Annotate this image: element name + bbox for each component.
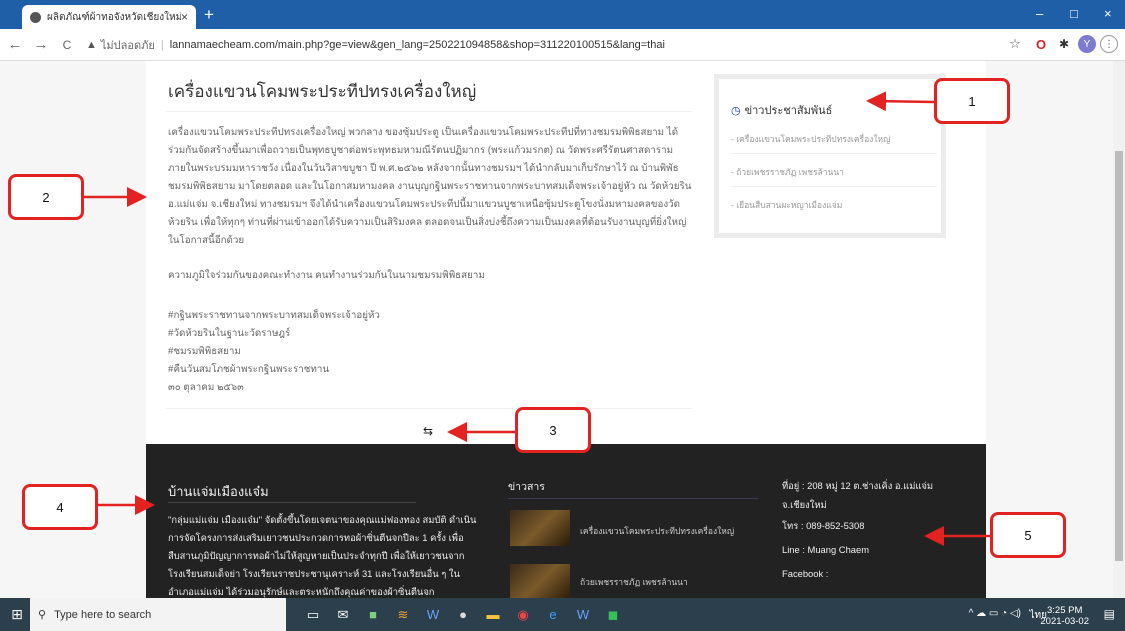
search-icon: ⚲ [38, 609, 47, 621]
edge-app-icon[interactable]: e [538, 598, 568, 631]
windows-taskbar: ⊞ ⚲ Type here to search ▭ ✉ ■ ≋ W ● ▬ ◉ … [0, 598, 1125, 631]
obs-app-icon[interactable]: ● [448, 598, 478, 631]
callout-4: 4 [22, 484, 98, 530]
word-doc-icon[interactable]: W [568, 598, 598, 631]
callout-5: 5 [990, 512, 1066, 558]
mail-app-icon[interactable]: ✉ [328, 598, 358, 631]
chrome-app-icon[interactable]: ◉ [508, 598, 538, 631]
arrow-1 [866, 91, 935, 112]
taskbar-search[interactable]: ⚲ Type here to search [30, 598, 286, 631]
clock[interactable]: 3:25 PM 2021-03-02 [1040, 605, 1089, 627]
callout-3: 3 [515, 407, 591, 453]
callout-1: 1 [934, 78, 1010, 124]
file-explorer-icon[interactable]: ▬ [478, 598, 508, 631]
word-app-icon[interactable]: W [418, 598, 448, 631]
notification-icon[interactable]: ▤ [1104, 607, 1115, 621]
system-tray-icons[interactable]: ^ ☁ ▭ ◔ ◁) [969, 608, 1021, 619]
line-app-icon[interactable]: ◼ [598, 598, 628, 631]
clock-time: 3:25 PM [1047, 605, 1083, 616]
sublime-app-icon[interactable]: ≋ [388, 598, 418, 631]
store-app-icon[interactable]: ■ [358, 598, 388, 631]
task-view-icon[interactable]: ▭ [298, 598, 328, 631]
start-button[interactable]: ⊞ [4, 606, 30, 623]
search-placeholder: Type here to search [54, 608, 152, 621]
callout-2: 2 [8, 174, 84, 220]
clock-date: 2021-03-02 [1040, 616, 1089, 627]
